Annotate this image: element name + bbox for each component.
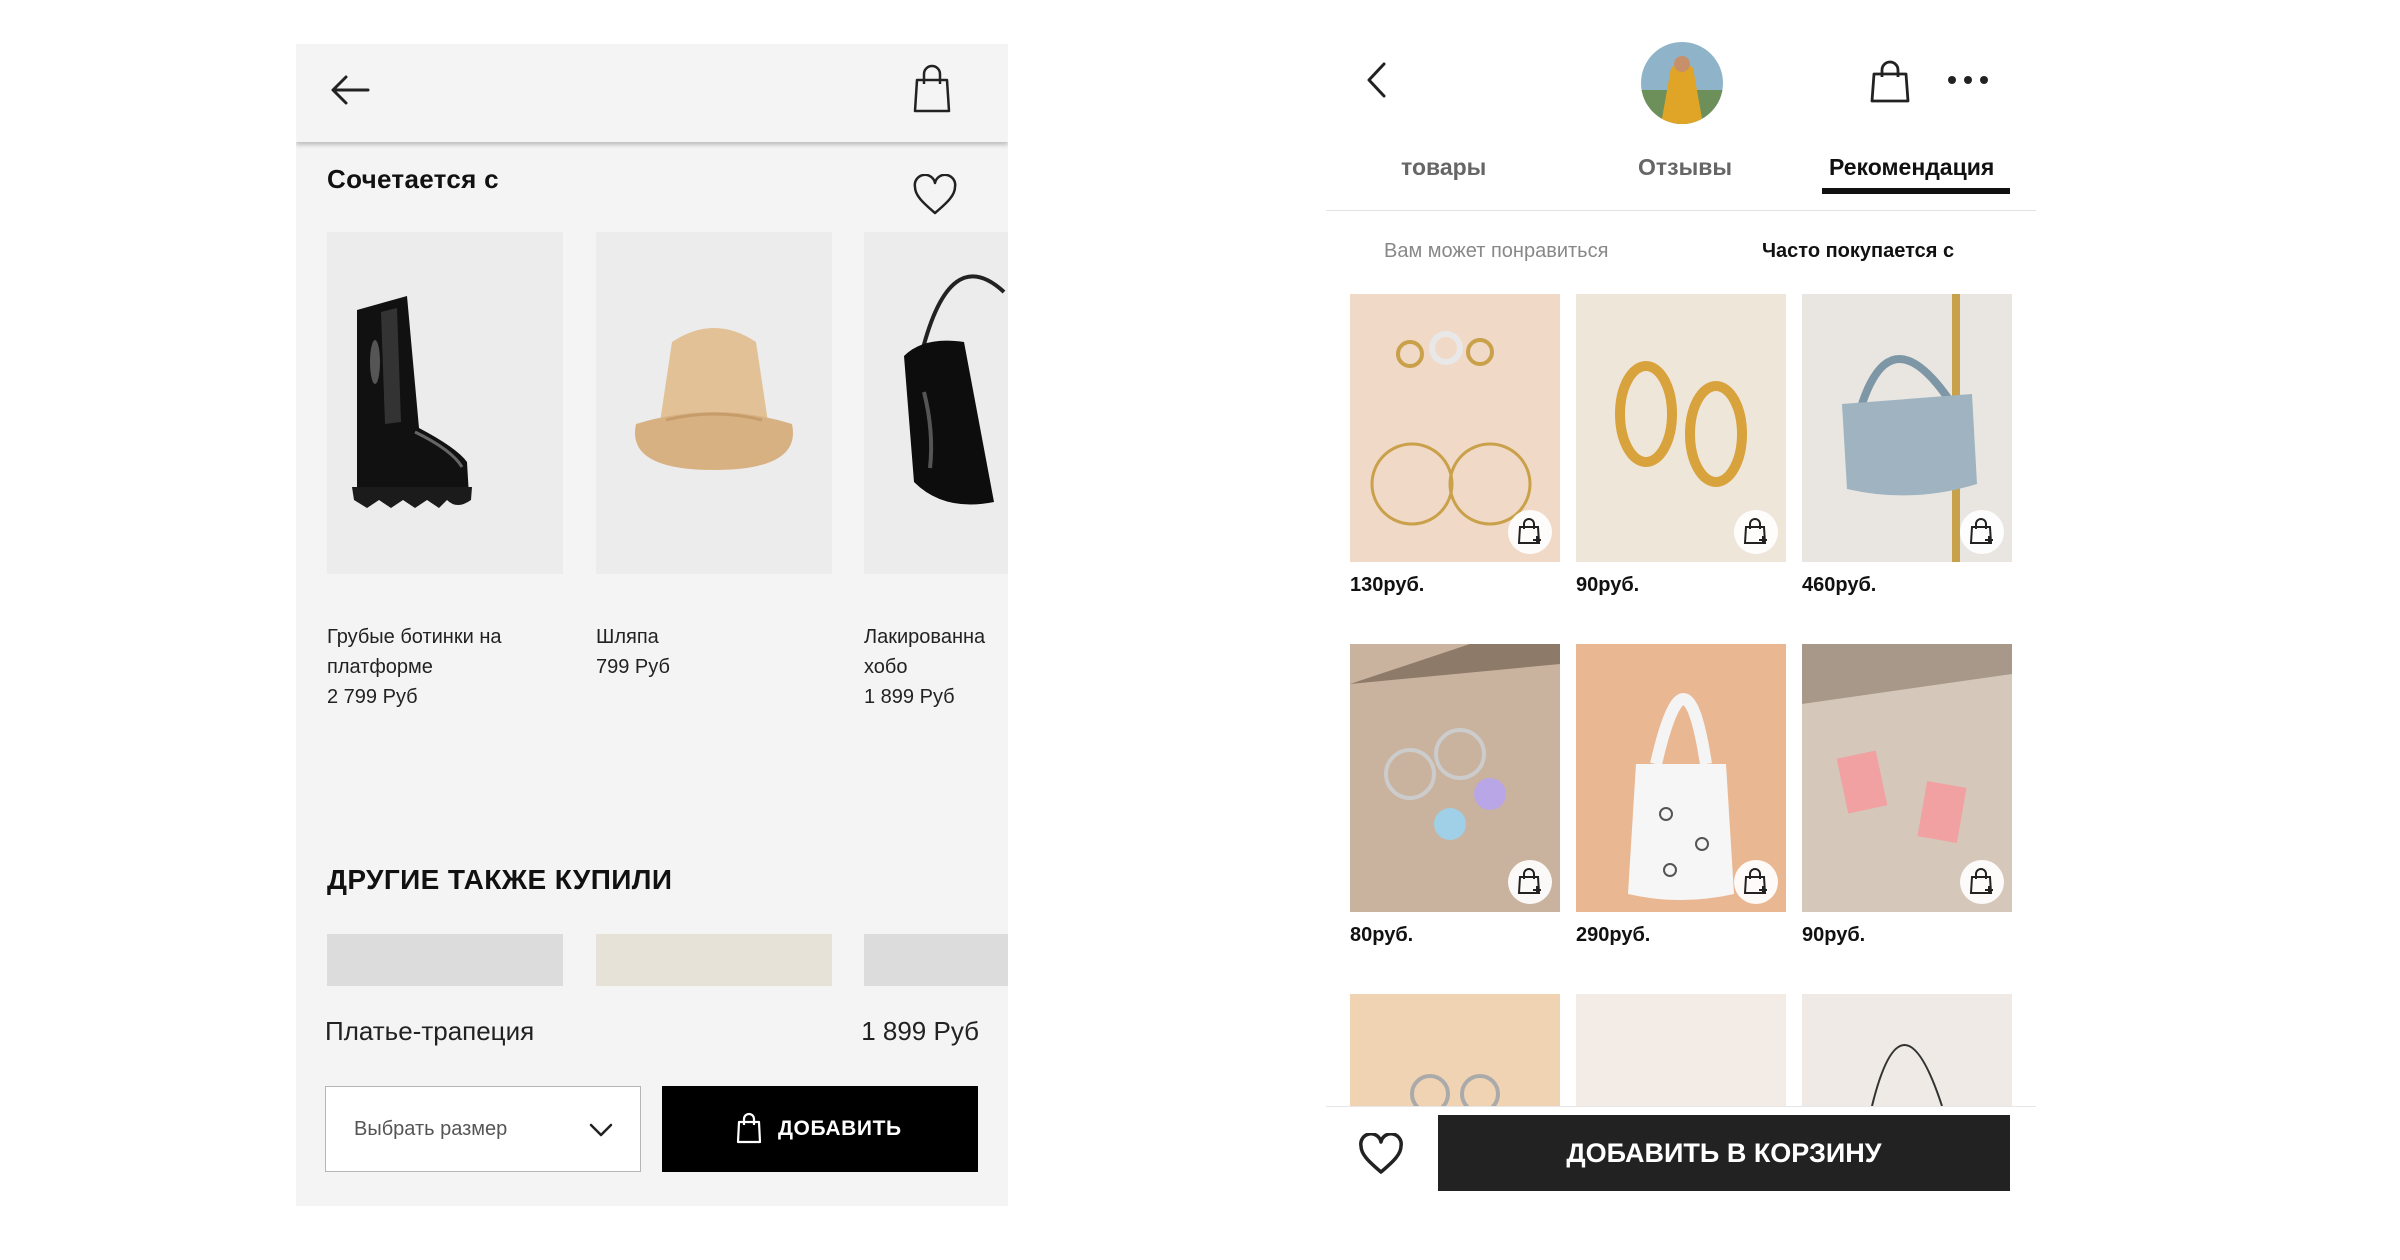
subtab-often-bought-with[interactable]: Часто покупается с [1762,240,1954,263]
divider [1326,210,2036,211]
add-button-label: ДОБАВИТЬ [778,1117,902,1140]
current-product-price: 1 899 Руб [861,1016,979,1046]
active-tab-indicator [1822,188,2010,194]
size-placeholder: Выбрать размер [354,1118,508,1140]
product-tile-earrings-set[interactable] [1350,294,1560,562]
product-card[interactable]: Грубые ботинки на платформе 2 799 Руб [327,232,563,708]
product-price: 1 899 Руб [864,686,955,708]
product-tile-partial[interactable] [1350,994,1560,1106]
more-dots-icon[interactable] [1946,70,1990,90]
tab-recommendations[interactable]: Рекомендация [1829,154,1994,181]
product-image-partial[interactable] [327,934,563,994]
add-to-cart-button[interactable]: ДОБАВИТЬ В КОРЗИНУ [1438,1115,2010,1191]
product-card[interactable]: Лакированна хобо 1 899 Руб [864,232,1008,708]
current-product-name: Платье-трапеция [325,1016,535,1046]
avatar[interactable] [1641,42,1723,124]
product-price: 130руб. [1350,574,1425,596]
product-price: 799 Руб [596,656,670,678]
chevron-down-icon [589,1123,613,1137]
product-price: 90руб. [1802,924,1866,946]
arrow-left-icon[interactable] [326,66,374,114]
shopping-bag-icon[interactable] [1870,60,1910,104]
subtab-you-may-like[interactable]: Вам может понравиться [1384,240,1608,263]
product-tile-gold-earrings[interactable] [1576,294,1786,562]
product-price: 290руб. [1576,924,1651,946]
product-image-partial[interactable] [596,934,832,994]
heart-icon[interactable] [1358,1133,1404,1175]
section-title-also-bought: ДРУГИЕ ТАКЖЕ КУПИЛИ [327,864,673,895]
product-name: Лакированна хобо 1 899 Руб [864,622,1008,712]
product-tile-tote-bag[interactable] [1576,644,1786,912]
add-to-cart-label: ДОБАВИТЬ В КОРЗИНУ [1566,1138,1882,1168]
add-to-cart-icon[interactable] [1508,510,1552,554]
top-bar [296,44,1008,142]
product-price: 2 799 Руб [327,686,418,708]
size-select[interactable]: Выбрать размер [325,1086,641,1172]
add-button[interactable]: ДОБАВИТЬ [662,1086,978,1172]
product-image-partial[interactable] [864,934,1008,994]
add-to-cart-icon[interactable] [1734,860,1778,904]
shopping-bag-icon [736,1112,762,1144]
product-price: 460руб. [1802,574,1877,596]
heart-icon[interactable] [912,174,958,216]
add-to-cart-icon[interactable] [1734,510,1778,554]
product-tile-partial[interactable] [1576,994,1786,1106]
tab-products[interactable]: товары [1401,154,1486,181]
tab-reviews[interactable]: Отзывы [1638,154,1732,181]
cart-bar: ДОБАВИТЬ В КОРЗИНУ [1326,1106,2036,1206]
product-tile-blue-bag[interactable] [1802,294,2012,562]
product-price: 80руб. [1350,924,1414,946]
product-tile-pink-earrings[interactable] [1802,644,2012,912]
add-to-cart-icon[interactable] [1508,860,1552,904]
product-tile-partial[interactable] [1802,994,2012,1106]
add-to-cart-icon[interactable] [1960,510,2004,554]
product-card[interactable]: Шляпа 799 Руб [596,232,832,678]
shopping-bag-icon[interactable] [912,64,952,114]
section-title-matches: Сочетается с [327,164,499,194]
product-name: Шляпа 799 Руб [596,622,832,682]
product-image-boots[interactable] [327,232,563,574]
right-screen: товары Отзывы Рекомендация Вам может пон… [1326,30,2036,1206]
purchase-bar: Платье-трапеция 1 899 Руб Выбрать размер… [296,986,1008,1206]
product-image-bag[interactable] [864,232,1008,574]
product-name: Грубые ботинки на платформе 2 799 Руб [327,622,563,712]
left-screen: Сочетается с Грубые ботинки на платформе… [296,44,1008,1206]
product-tile-bear-earrings[interactable] [1350,644,1560,912]
add-to-cart-icon[interactable] [1960,860,2004,904]
chevron-left-icon[interactable] [1360,58,1394,102]
product-price: 90руб. [1576,574,1640,596]
product-image-hat[interactable] [596,232,832,574]
